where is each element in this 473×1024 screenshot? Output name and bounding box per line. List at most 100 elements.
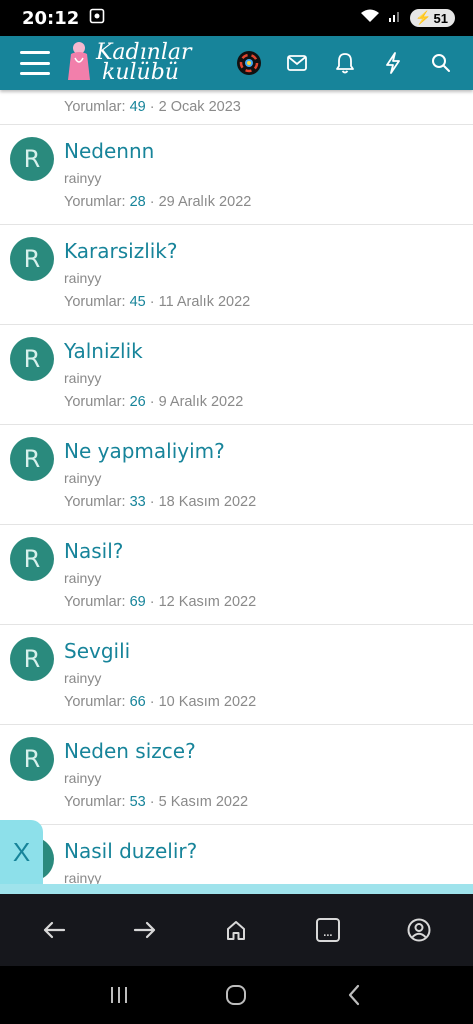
reply-count[interactable]: 53	[130, 794, 146, 810]
thread-meta: Yorumlar: 26 · 9 Aralık 2022	[64, 394, 243, 410]
thread-author[interactable]: rainyy	[64, 270, 101, 286]
replies-label: Yorumlar:	[64, 99, 126, 115]
system-navigation-bar	[0, 966, 473, 1024]
reply-count[interactable]: 66	[130, 694, 146, 710]
avatar[interactable]: R	[10, 737, 54, 781]
status-time: 20:12	[22, 7, 80, 29]
browser-toolbar: ...	[0, 894, 473, 966]
thread-meta: Yorumlar: 69 · 12 Kasım 2022	[64, 594, 256, 610]
bolt-icon[interactable]	[369, 36, 417, 90]
thread-date: 10 Kasım 2022	[158, 694, 257, 710]
thread-author[interactable]: rainyy	[64, 870, 101, 884]
thread-author[interactable]: rainyy	[64, 470, 101, 486]
reply-count[interactable]: 33	[130, 494, 146, 510]
logo-line-2: kulübü	[102, 60, 179, 85]
avatar[interactable]: R	[10, 437, 54, 481]
system-back-icon[interactable]	[330, 971, 378, 1019]
avatar[interactable]: R	[10, 237, 54, 281]
replies-label: Yorumlar:	[64, 194, 126, 210]
thread-meta: Yorumlar: 45 · 11 Aralık 2022	[64, 294, 250, 310]
thread-title[interactable]: Neden sizce?	[64, 739, 196, 763]
thread-title[interactable]: Sevgili	[64, 639, 130, 663]
reply-count[interactable]: 28	[130, 194, 146, 210]
thread-author[interactable]: rainyy	[64, 770, 101, 786]
meta-separator: ·	[149, 494, 155, 510]
thread-author[interactable]: rainyy	[64, 370, 101, 386]
thread-meta: Yorumlar: 49 · 2 Ocak 2023	[64, 99, 241, 115]
list-item[interactable]: R Nasil duzelir? rainyy	[0, 825, 473, 884]
forward-arrow-icon[interactable]	[121, 906, 169, 954]
bell-icon[interactable]	[321, 36, 369, 90]
thread-meta: Yorumlar: 66 · 10 Kasım 2022	[64, 694, 256, 710]
thread-date: 18 Kasım 2022	[158, 494, 257, 510]
app-header: Kadınlar kulübü	[0, 36, 473, 90]
meta-separator: ·	[149, 194, 155, 210]
list-item[interactable]: R Neden sizce? rainyy Yorumlar: 53 · 5 K…	[0, 725, 473, 825]
thread-author[interactable]: rainyy	[64, 670, 101, 686]
battery-charging-icon: ⚡	[415, 10, 432, 25]
avatar[interactable]: R	[10, 637, 54, 681]
menu-icon[interactable]	[20, 51, 50, 75]
user-avatar[interactable]	[225, 36, 273, 90]
avatar[interactable]: R	[10, 537, 54, 581]
meta-separator: ·	[149, 99, 155, 115]
meta-separator: ·	[149, 594, 155, 610]
back-arrow-icon[interactable]	[30, 906, 78, 954]
meta-separator: ·	[149, 294, 155, 310]
meta-separator: ·	[149, 794, 155, 810]
battery-level: 51	[433, 10, 448, 26]
list-item[interactable]: R Nasil? rainyy Yorumlar: 69 · 12 Kasım …	[0, 525, 473, 625]
inbox-icon[interactable]	[273, 36, 321, 90]
screen-record-icon	[89, 8, 105, 29]
reply-count[interactable]: 69	[130, 594, 146, 610]
reply-count[interactable]: 26	[130, 394, 146, 410]
replies-label: Yorumlar:	[64, 294, 126, 310]
wifi-icon	[360, 8, 380, 29]
thread-title[interactable]: Kararsizlik?	[64, 239, 178, 263]
home-circle-icon[interactable]	[212, 971, 260, 1019]
list-item-partial: Yorumlar: 49 · 2 Ocak 2023	[0, 90, 473, 125]
signal-icon	[388, 9, 402, 28]
meta-separator: ·	[149, 394, 155, 410]
thread-title[interactable]: Nasil?	[64, 539, 123, 563]
thread-author[interactable]: rainyy	[64, 170, 101, 186]
list-item[interactable]: R Sevgili rainyy Yorumlar: 66 · 10 Kasım…	[0, 625, 473, 725]
tabs-button-label: ...	[323, 927, 333, 939]
avatar[interactable]: R	[10, 137, 54, 181]
list-item[interactable]: R Yalnizlik rainyy Yorumlar: 26 · 9 Aral…	[0, 325, 473, 425]
thread-meta: Yorumlar: 33 · 18 Kasım 2022	[64, 494, 256, 510]
status-bar: 20:12 ⚡ 51	[0, 0, 473, 36]
thread-meta: Yorumlar: 53 · 5 Kasım 2022	[64, 794, 248, 810]
logo-figure-icon	[66, 40, 92, 87]
thread-author[interactable]: rainyy	[64, 570, 101, 586]
replies-label: Yorumlar:	[64, 594, 126, 610]
replies-label: Yorumlar:	[64, 794, 126, 810]
thread-date: 5 Kasım 2022	[158, 794, 249, 810]
thread-title[interactable]: Nasil duzelir?	[64, 839, 197, 863]
home-icon[interactable]	[212, 906, 260, 954]
search-icon[interactable]	[417, 36, 465, 90]
thread-date: 12 Kasım 2022	[158, 594, 257, 610]
thread-date: 9 Aralık 2022	[158, 394, 244, 410]
thread-date: 11 Aralık 2022	[158, 294, 251, 310]
thread-list: Yorumlar: 49 · 2 Ocak 2023 R Nedennn rai…	[0, 90, 473, 884]
avatar[interactable]: R	[10, 337, 54, 381]
account-icon[interactable]	[395, 906, 443, 954]
reply-count[interactable]: 45	[130, 294, 146, 310]
thread-title[interactable]: Nedennn	[64, 139, 154, 163]
replies-label: Yorumlar:	[64, 494, 126, 510]
site-logo[interactable]: Kadınlar kulübü	[66, 40, 192, 87]
list-item[interactable]: R Ne yapmaliyim? rainyy Yorumlar: 33 · 1…	[0, 425, 473, 525]
list-item[interactable]: R Nedennn rainyy Yorumlar: 28 · 29 Aralı…	[0, 125, 473, 225]
recent-apps-icon[interactable]	[95, 971, 143, 1019]
reply-count[interactable]: 49	[130, 99, 146, 115]
thread-title[interactable]: Yalnizlik	[64, 339, 143, 363]
battery-indicator: ⚡ 51	[410, 9, 455, 27]
thread-date: 29 Aralık 2022	[158, 194, 252, 210]
close-panel-button[interactable]: X	[0, 820, 43, 884]
tabs-button[interactable]: ...	[304, 906, 352, 954]
thread-title[interactable]: Ne yapmaliyim?	[64, 439, 225, 463]
thread-meta: Yorumlar: 28 · 29 Aralık 2022	[64, 194, 251, 210]
bottom-panel-strip	[0, 884, 473, 894]
list-item[interactable]: R Kararsizlik? rainyy Yorumlar: 45 · 11 …	[0, 225, 473, 325]
